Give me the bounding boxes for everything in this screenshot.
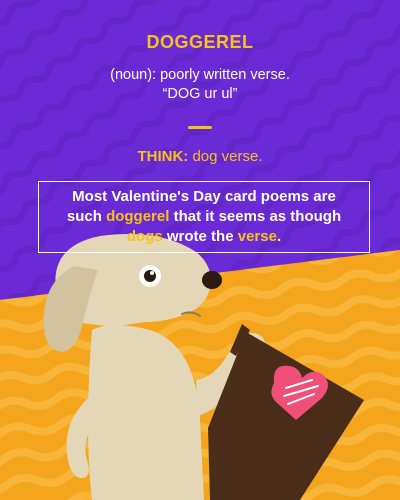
pronunciation: “DOG ur ul” — [162, 86, 238, 102]
example-sentence-box: Most Valentine's Day card poems are such… — [38, 181, 370, 253]
divider — [188, 126, 212, 129]
example-text: . — [276, 228, 282, 245]
vocabulary-card: DOGGEREL (noun): poorly written verse. “… — [0, 0, 400, 500]
example-text: that it seems as though — [169, 208, 342, 225]
definition: (noun): poorly written verse. “DOG ur ul… — [0, 66, 400, 104]
example-highlight-verse: verse — [237, 228, 277, 245]
think-value: dog verse. — [192, 148, 263, 165]
example-sentence: Most Valentine's Day card poems are such… — [53, 187, 355, 247]
think-label: THINK: — [137, 148, 189, 165]
definition-text: (noun): poorly written verse. — [110, 67, 290, 83]
example-highlight-dogs: dogs — [126, 228, 163, 245]
vocabulary-word: DOGGEREL — [146, 32, 254, 52]
text-content: DOGGEREL (noun): poorly written verse. “… — [0, 0, 400, 500]
example-highlight-word: doggerel — [106, 208, 170, 225]
example-text: wrote the — [162, 228, 238, 245]
mnemonic-line: THINK: dog verse. — [0, 148, 400, 165]
